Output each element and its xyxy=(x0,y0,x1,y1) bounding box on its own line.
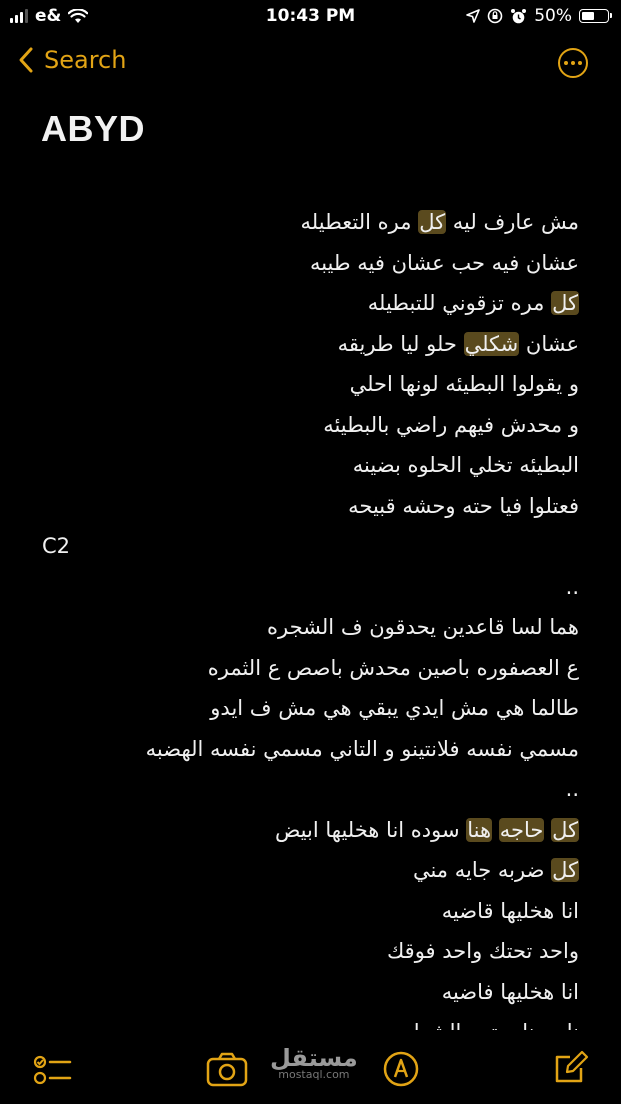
note-line[interactable]: ناس ناصبتهم الشط xyxy=(410,1017,579,1030)
note-line[interactable]: كل حاجه هنا سوده انا هخليها ابيض xyxy=(275,815,579,845)
note-text: عشان xyxy=(519,331,579,356)
search-highlight: هنا xyxy=(466,817,493,842)
note-line[interactable]: .. xyxy=(566,572,579,602)
note-text: البطيئه تخلي الحلوه بضينه xyxy=(352,453,579,477)
note-text: عشان فيه حب عشان فيه طيبه xyxy=(309,250,579,275)
battery-fill xyxy=(582,12,594,20)
note-text: مش عارف ليه xyxy=(446,210,579,234)
note-title[interactable]: ABYD xyxy=(41,108,145,150)
camera-icon[interactable] xyxy=(206,1050,248,1094)
search-highlight: كل xyxy=(551,291,579,315)
note-body[interactable]: مش عارف ليه كل مره التعطيله عشان فيه حب ع… xyxy=(0,200,621,1030)
search-highlight: كل xyxy=(418,210,447,234)
location-arrow-icon xyxy=(466,9,481,23)
note-line[interactable]: واحد تحتك واحد فوقك xyxy=(387,936,579,966)
note-text: ع العصفوره باصين محدش باصص ع الثمره xyxy=(207,655,579,680)
note-line[interactable]: انا هخليها فاضيه xyxy=(442,977,579,1007)
note-text: و يقولوا البطيئه لونها احلي xyxy=(349,372,579,396)
note-line[interactable]: عشان شكلي حلو ليا طريقه xyxy=(338,329,579,359)
back-button-label: Search xyxy=(44,46,127,74)
navigation-bar: Search xyxy=(0,44,621,84)
note-line[interactable]: عشان فيه حب عشان فيه طيبه xyxy=(310,248,579,278)
checklist-icon[interactable] xyxy=(32,1050,72,1094)
note-text: واحد تحتك واحد فوقك xyxy=(386,939,579,963)
note-line[interactable]: انا هخليها قاضيه xyxy=(442,896,579,926)
battery-icon xyxy=(579,9,612,23)
note-text: ضربه جايه مني xyxy=(412,858,552,882)
back-button[interactable]: Search xyxy=(18,46,126,74)
note-text: مسمي نفسه فلانتينو و التاني مسمي نفسه ال… xyxy=(145,736,579,761)
note-text: طالما هي مش ايدي يبقي هي مش ف ايدو xyxy=(210,696,579,720)
ellipsis-circle-icon[interactable] xyxy=(558,48,588,78)
note-text: فعتلوا فيا حته وحشه قبيحه xyxy=(348,493,579,518)
search-highlight: شكلي xyxy=(463,331,520,356)
note-line[interactable]: و محدش فيهم راضي بالبطيئه xyxy=(323,410,579,440)
note-line[interactable]: مسمي نفسه فلانتينو و التاني مسمي نفسه ال… xyxy=(146,734,579,764)
note-line[interactable]: فعتلوا فيا حته وحشه قبيحه xyxy=(348,491,579,521)
compose-icon[interactable] xyxy=(553,1050,589,1090)
note-line[interactable]: طالما هي مش ايدي يبقي هي مش ف ايدو xyxy=(210,693,579,723)
note-line[interactable]: و يقولوا البطيئه لونها احلي xyxy=(350,369,579,399)
note-text: ناس ناصبتهم الشط xyxy=(410,1020,579,1030)
note-text xyxy=(492,818,499,842)
note-text: مره تزقوني للتبطيله xyxy=(367,291,552,315)
note-line[interactable]: كل مره تزقوني للتبطيله xyxy=(368,288,579,318)
note-line[interactable]: كل ضربه جايه مني xyxy=(413,855,579,885)
note-line[interactable]: البطيئه تخلي الحلوه بضينه xyxy=(353,450,579,480)
note-text: C2 xyxy=(42,534,71,558)
watermark: مستقل mostaql.com xyxy=(270,1044,358,1081)
note-text: سوده انا هخليها ابيض xyxy=(274,817,467,842)
battery-percent: 50% xyxy=(534,6,572,26)
note-line[interactable]: ع العصفوره باصين محدش باصص ع الثمره xyxy=(208,653,579,683)
note-text: هما لسا قاعدين يحدقون ف الشجره xyxy=(267,615,579,639)
markup-pen-icon[interactable] xyxy=(382,1050,420,1092)
note-text: انا هخليها قاضيه xyxy=(441,898,579,923)
orientation-lock-icon xyxy=(487,8,503,24)
note-text: و محدش فيهم راضي بالبطيئه xyxy=(323,412,579,437)
note-text: مره التعطيله xyxy=(300,210,419,234)
status-bar: e& 10:43 PM 50% xyxy=(0,0,621,34)
note-text: حلو ليا طريقه xyxy=(337,331,464,356)
search-highlight: كل xyxy=(551,858,579,882)
search-highlight: حاجه xyxy=(498,817,545,842)
alarm-icon xyxy=(511,8,527,23)
note-line[interactable]: .. xyxy=(566,774,579,804)
note-text: انا هخليها فاضيه xyxy=(441,979,579,1004)
note-line[interactable]: هما لسا قاعدين يحدقون ف الشجره xyxy=(267,612,579,642)
search-highlight: كل xyxy=(551,817,579,842)
note-line[interactable]: مش عارف ليه كل مره التعطيله xyxy=(301,207,579,237)
status-right: 50% xyxy=(466,6,612,26)
note-text: .. xyxy=(565,777,579,801)
note-text: .. xyxy=(565,574,579,599)
chevron-left-icon xyxy=(19,47,33,73)
note-line[interactable]: C2 xyxy=(42,531,70,561)
watermark-latin: mostaql.com xyxy=(278,1068,350,1081)
bottom-toolbar: مستقل mostaql.com xyxy=(0,1036,621,1104)
